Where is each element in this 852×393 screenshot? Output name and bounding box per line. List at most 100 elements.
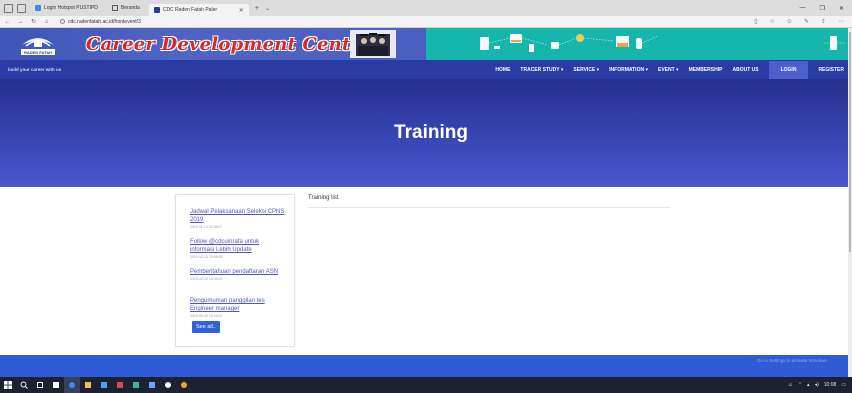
search-icon[interactable] [16,377,32,393]
browser-toolbar: ▯ ☆ ✩ ✎ ⇪ ⋯ [754,18,852,25]
site-header: RADEN FATAH Career Development Center [0,28,852,60]
start-button[interactable] [0,377,16,393]
windows-logo-icon [4,381,12,389]
brand-title: Career Development Center [86,34,372,55]
minimize-icon[interactable]: — [800,5,806,12]
tab-label: CDC Raden Fatah Paler [162,7,218,13]
page-icon [111,5,118,11]
login-button[interactable]: LOGIN [768,60,809,79]
post-link[interactable]: Pemberitahuan pendaftaran ASN [190,268,285,276]
register-button[interactable]: REGISTER [818,67,844,73]
brand-area: RADEN FATAH Career Development Center [0,28,426,60]
page-title: Training [394,122,468,143]
scroll-thumb[interactable] [849,32,851,252]
university-logo[interactable]: RADEN FATAH [18,31,58,57]
nav-tracer-study[interactable]: TRACER STUDY ▾ [520,67,563,73]
list-item: Jadwal Pelaksanaan Seleksi CPNS 2019 201… [190,208,285,229]
see-all-button[interactable]: See all.. [192,321,220,333]
refresh-icon[interactable]: ↻ [28,18,39,25]
chevron-up-icon[interactable]: ⌃ [798,382,802,388]
training-list-heading: Training list [308,195,339,201]
volume-icon[interactable]: ◂) [815,382,819,388]
app-icon[interactable] [160,377,176,393]
nav-service[interactable]: SERVICE ▾ [573,67,599,73]
reading-view-icon[interactable]: ▯ [754,18,757,25]
screen: { "browser": { "tabs": [ {"label": "Logi… [0,0,852,393]
post-date: 2019-11-13 22:26:07 [190,225,223,229]
nav-event[interactable]: EVENT ▾ [658,67,679,73]
pen-icon[interactable]: ✎ [804,18,809,25]
new-tab-icon[interactable]: + [255,5,259,12]
windows-taskbar: ☺ ⌃ ▴ ◂) 10:08 ▭ [0,377,852,393]
app-icon[interactable] [176,377,192,393]
recent-posts-card: Jadwal Pelaksanaan Seleksi CPNS 2019 201… [175,194,295,347]
system-tray: ☺ ⌃ ▴ ◂) 10:08 ▭ [788,382,852,388]
people-icon[interactable]: ☺ [788,382,793,388]
nav-about-us[interactable]: ABOUT US [732,67,758,73]
page-scrollbar[interactable] [848,28,852,377]
divider [308,207,670,208]
edge-icon[interactable] [64,377,80,393]
network-icon[interactable]: ▴ [807,382,810,388]
favorite-star-icon[interactable]: ☆ [770,18,775,25]
favorites-icon[interactable]: ✩ [787,18,792,25]
nav-home[interactable]: HOME [495,67,510,73]
maximize-icon[interactable]: ❐ [820,5,825,12]
mail-icon[interactable] [96,377,112,393]
post-link[interactable]: Pengumuman panggilan tes Engineer manage… [190,297,285,313]
favicon-icon [35,5,41,11]
window-controls: — ❐ ✕ [800,5,852,12]
post-date: 2019-09-30 14:45:57 [190,314,223,318]
store-icon[interactable] [48,377,64,393]
forward-icon[interactable]: → [15,19,26,25]
header-banner [426,28,852,60]
content-area: Jadwal Pelaksanaan Seleksi CPNS 2019 201… [0,187,852,355]
favicon-icon [153,7,160,13]
activate-windows-watermark: Activate Windows Go to Settings to activ… [757,348,828,363]
site-info-icon[interactable] [60,19,65,24]
nav-information[interactable]: INFORMATION ▾ [609,67,648,73]
site-footer [0,355,852,377]
post-date: 2019-10-10 14:49:02 [190,277,223,281]
clock[interactable]: 10:08 [824,382,837,388]
more-icon[interactable]: ⋯ [838,18,844,25]
nav-menu: HOME TRACER STUDY ▾ SERVICE ▾ INFORMATIO… [495,60,852,79]
home-icon[interactable]: ⌂ [41,19,52,25]
activate-title: Activate Windows [756,348,821,357]
post-link[interactable]: Follow @cdcuinrafa untuk informasi Lebih… [190,238,285,254]
app-icon[interactable] [128,377,144,393]
list-item: Follow @cdcuinrafa untuk informasi Lebih… [190,238,285,259]
set-aside-tabs-icon[interactable] [17,3,26,13]
tab-login-hotspot[interactable]: Login Hotspot PUSTIPD [30,2,103,14]
task-view-icon[interactable] [32,377,48,393]
tab-label: Beranda [120,5,140,11]
browser-tab-strip: Login Hotspot PUSTIPD Beranda CDC Raden … [0,0,852,16]
post-link[interactable]: Jadwal Pelaksanaan Seleksi CPNS 2019 [190,208,285,224]
address-bar: ← → ↻ ⌂ cdc.radenfatah.ac.id/frontevent/… [0,16,852,28]
list-item: Pemberitahuan pendaftaran ASN 2019-10-10… [190,268,285,281]
nav-membership[interactable]: MEMBERSHIP [689,67,723,73]
chevron-down-icon[interactable]: ⌄ [265,5,270,12]
close-window-icon[interactable]: ✕ [839,5,844,12]
tab-actions-icon[interactable] [4,3,13,13]
list-item: Pengumuman panggilan tes Engineer manage… [190,297,285,318]
url-text: cdc.radenfatah.ac.id/frontevent/3 [68,18,141,25]
activate-subtitle: Go to Settings to activate Windows. [756,358,828,363]
app-icon[interactable] [144,377,160,393]
back-icon[interactable]: ← [2,19,13,25]
logo-text: RADEN FATAH [24,50,52,55]
url-field[interactable]: cdc.radenfatah.ac.id/frontevent/3 [60,19,141,25]
banner-graphic [480,34,846,52]
app-icon[interactable] [112,377,128,393]
main-navbar: build your career with us HOME TRACER ST… [0,60,852,79]
share-icon[interactable]: ⇪ [821,18,826,25]
notifications-icon[interactable]: ▭ [841,382,846,388]
site-tagline: build your career with us [8,67,62,72]
graduates-image [350,30,396,58]
post-date: 2019-10-13 23:09:05 [190,255,223,259]
close-tab-icon[interactable]: ✕ [239,7,244,14]
tab-label: Login Hotspot PUSTIPD [44,5,98,11]
tab-beranda[interactable]: Beranda [107,2,145,14]
tab-cdc[interactable]: CDC Raden Fatah Paler ✕ [148,4,249,16]
file-explorer-icon[interactable] [80,377,96,393]
